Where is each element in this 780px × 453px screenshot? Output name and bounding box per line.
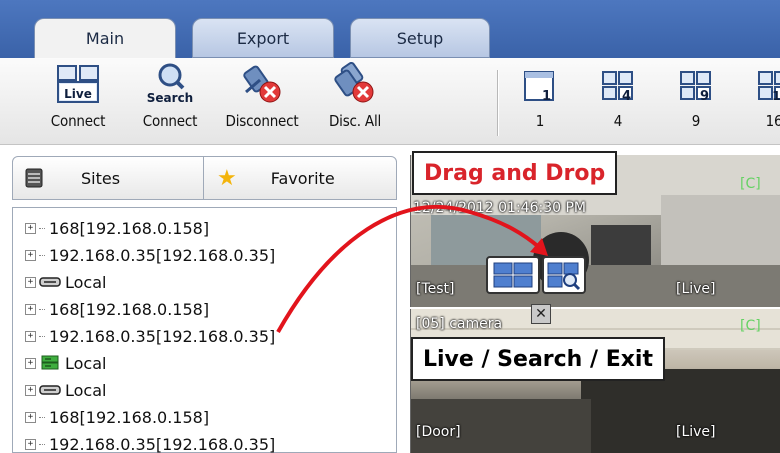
expand-icon[interactable]: + (25, 249, 36, 261)
expand-icon[interactable]: + (25, 384, 36, 396)
toolbar-separator (497, 70, 498, 136)
tree-item[interactable]: +168[192.168.0.158] (25, 406, 209, 428)
search-connect-button[interactable]: Search Connect (128, 62, 212, 130)
expand-icon[interactable]: + (25, 330, 36, 342)
live-layout-icon (493, 262, 533, 288)
tree-connector (39, 254, 45, 256)
layout-1-icon-text: 1 (542, 89, 551, 104)
tree-item[interactable]: +168[192.168.0.158] (25, 217, 209, 239)
disconnect-button[interactable]: Disconnect (214, 62, 310, 130)
tree-item[interactable]: +168[192.168.0.158] (25, 298, 209, 320)
tree-connector (39, 227, 45, 229)
tree-connector (39, 443, 45, 445)
tree-item-label: Local (65, 380, 107, 400)
tree-item-label: 168[192.168.0.158] (49, 407, 210, 427)
expand-icon[interactable]: + (25, 276, 36, 288)
layout-9-button[interactable]: 9 9 (670, 62, 722, 130)
camera-1-name: [Test] (416, 281, 455, 297)
local-device-icon (39, 385, 61, 395)
disconnect-all-label: Disc. All (328, 112, 382, 130)
tab-main-label: Main (85, 29, 125, 48)
expand-icon[interactable]: + (25, 438, 36, 450)
toolbar: Live Connect Search Connect Disconnect D… (0, 58, 780, 145)
tree-item[interactable]: +192.168.0.35[192.168.0.35] (25, 325, 275, 347)
layout-1-button[interactable]: 1 1 (514, 62, 566, 130)
tree-item-label: 192.168.0.35[192.168.0.35] (49, 326, 276, 346)
camera-2-title: [05] camera (416, 316, 503, 332)
layout-1-label: 1 (535, 112, 545, 130)
layout-16-button[interactable]: 16 16 (748, 62, 780, 130)
layout-16-icon-text: 16 (772, 89, 780, 103)
disconnect-label: Disconnect (225, 112, 299, 130)
layout-4-button[interactable]: 4 4 (592, 62, 644, 130)
tab-export-label: Export (236, 28, 290, 48)
tree-connector (39, 335, 45, 337)
camera-2-mode: [Live] (676, 424, 716, 440)
layout-1-icon: 1 (524, 71, 554, 104)
live-search-exit-callout: Live / Search / Exit (411, 337, 665, 381)
local-device-icon (39, 277, 61, 287)
camera-1-flag: [C] (740, 176, 761, 192)
search-connect-label: Connect (142, 112, 198, 130)
camera-2-flag: [C] (740, 318, 761, 334)
site-tree: +168[192.168.0.158] +192.168.0.35[192.16… (12, 207, 397, 453)
layout-9-icon: 9 (680, 71, 711, 104)
camera-1-timestamp: 12/24/2012 01:46:30 PM (413, 200, 586, 216)
tree-item-label: Local (65, 272, 107, 292)
expand-icon[interactable]: + (25, 357, 36, 369)
camera-1-mode: [Live] (676, 281, 716, 297)
disconnect-all-icon (334, 62, 374, 103)
drag-and-drop-callout: Drag and Drop (412, 151, 618, 195)
disconnect-all-button[interactable]: Disc. All (316, 62, 394, 130)
tree-item-label: 192.168.0.35[192.168.0.35] (49, 434, 276, 453)
tree-item[interactable]: +192.168.0.35[192.168.0.35] (25, 433, 275, 453)
favorite-tab-label: Favorite (270, 168, 335, 188)
search-icon: Search (147, 63, 193, 105)
expand-icon[interactable]: + (25, 411, 36, 423)
camera-2-name: [Door] (416, 424, 461, 440)
tree-connector (39, 308, 45, 310)
tree-item[interactable]: + Local (25, 271, 106, 293)
disconnect-icon (243, 65, 281, 103)
live-connect-button[interactable]: Live Connect (36, 62, 120, 130)
tree-item-label: 192.168.0.35[192.168.0.35] (49, 245, 276, 265)
tab-setup-label: Setup (396, 28, 444, 48)
tree-item-label: Local (65, 353, 107, 373)
sites-tab[interactable]: Sites (13, 157, 204, 199)
layout-4-icon-text: 4 (622, 89, 631, 104)
live-icon: Live (57, 65, 99, 103)
tree-item-label: 168[192.168.0.158] (49, 218, 210, 238)
app-window: Main Export Setup Live Connect Search Co… (0, 0, 780, 453)
tree-item[interactable]: + Local (25, 352, 106, 374)
favorite-tab[interactable]: ★ Favorite (205, 157, 397, 199)
expand-icon[interactable]: + (25, 303, 36, 315)
close-icon[interactable]: ✕ (531, 304, 551, 324)
local-server-icon (41, 355, 59, 370)
star-icon: ★ (217, 165, 237, 191)
tab-export[interactable]: Export (192, 18, 334, 58)
search-layout-icon (547, 262, 581, 291)
tree-connector (39, 416, 45, 418)
search-icon-text: Search (147, 91, 193, 105)
sites-panel-header: Sites ★ Favorite (12, 156, 397, 200)
tab-setup[interactable]: Setup (350, 18, 490, 58)
layout-9-icon-text: 9 (700, 89, 709, 104)
live-overlay-button[interactable] (486, 256, 540, 294)
layout-16-icon: 16 (758, 71, 780, 103)
tab-main[interactable]: Main (34, 18, 176, 58)
layout-16-label: 16 (765, 112, 780, 130)
tree-item[interactable]: +192.168.0.35[192.168.0.35] (25, 244, 275, 266)
expand-icon[interactable]: + (25, 222, 36, 234)
server-list-icon (25, 168, 43, 188)
tree-item-label: 168[192.168.0.158] (49, 299, 210, 319)
layout-9-label: 9 (691, 112, 701, 130)
tree-item[interactable]: + Local (25, 379, 106, 401)
search-overlay-button[interactable] (542, 256, 586, 294)
layout-4-label: 4 (613, 112, 623, 130)
layout-4-icon: 4 (602, 71, 633, 104)
sites-tab-label: Sites (81, 168, 121, 188)
live-connect-label: Connect (50, 112, 106, 130)
live-icon-text: Live (64, 87, 92, 101)
